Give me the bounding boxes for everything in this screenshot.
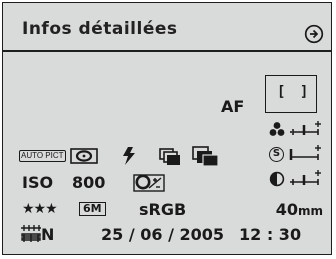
- forward-arrow-circle-icon[interactable]: [304, 24, 324, 44]
- scene-mode-badge: AUTO PICT: [19, 150, 66, 162]
- focal-length-value: 40: [275, 200, 298, 219]
- resolution-badge: 6M: [79, 202, 106, 216]
- contrast-level-scale: [290, 170, 321, 185]
- flash-icon: [123, 147, 135, 165]
- focal-length-unit: mm: [297, 204, 323, 218]
- info-screen: Infos détaillées AF [ ] S AUTO PICT ISO …: [2, 2, 332, 255]
- sharpness-icon: S: [269, 147, 284, 162]
- af-frame-label: [ ]: [277, 84, 312, 100]
- continuous-shooting-icon: [159, 148, 180, 165]
- focal-length: 40mm: [276, 200, 323, 219]
- iso-label: ISO: [22, 173, 54, 192]
- world-time-icon: [21, 225, 41, 242]
- sharpness-level-scale: [289, 145, 321, 160]
- white-balance-icon: [133, 174, 165, 192]
- af-frame-icon: [ ]: [265, 75, 317, 113]
- time-value: 12 : 30: [239, 225, 302, 244]
- bracketing-icon: [192, 146, 219, 167]
- header-divider: [3, 50, 331, 52]
- date-value: 25 / 06 / 2005: [101, 225, 225, 244]
- world-time-mode: N: [41, 225, 55, 244]
- multi-segment-metering-icon: [70, 148, 98, 164]
- focus-mode-label: AF: [221, 97, 245, 116]
- color-space: sRGB: [139, 200, 187, 219]
- quality-stars: ★★★: [22, 201, 58, 217]
- saturation-level-scale: [290, 121, 321, 135]
- contrast-icon: [269, 171, 285, 187]
- saturation-icon: [269, 122, 285, 136]
- page-title: Infos détaillées: [22, 19, 178, 39]
- iso-value: 800: [72, 173, 106, 192]
